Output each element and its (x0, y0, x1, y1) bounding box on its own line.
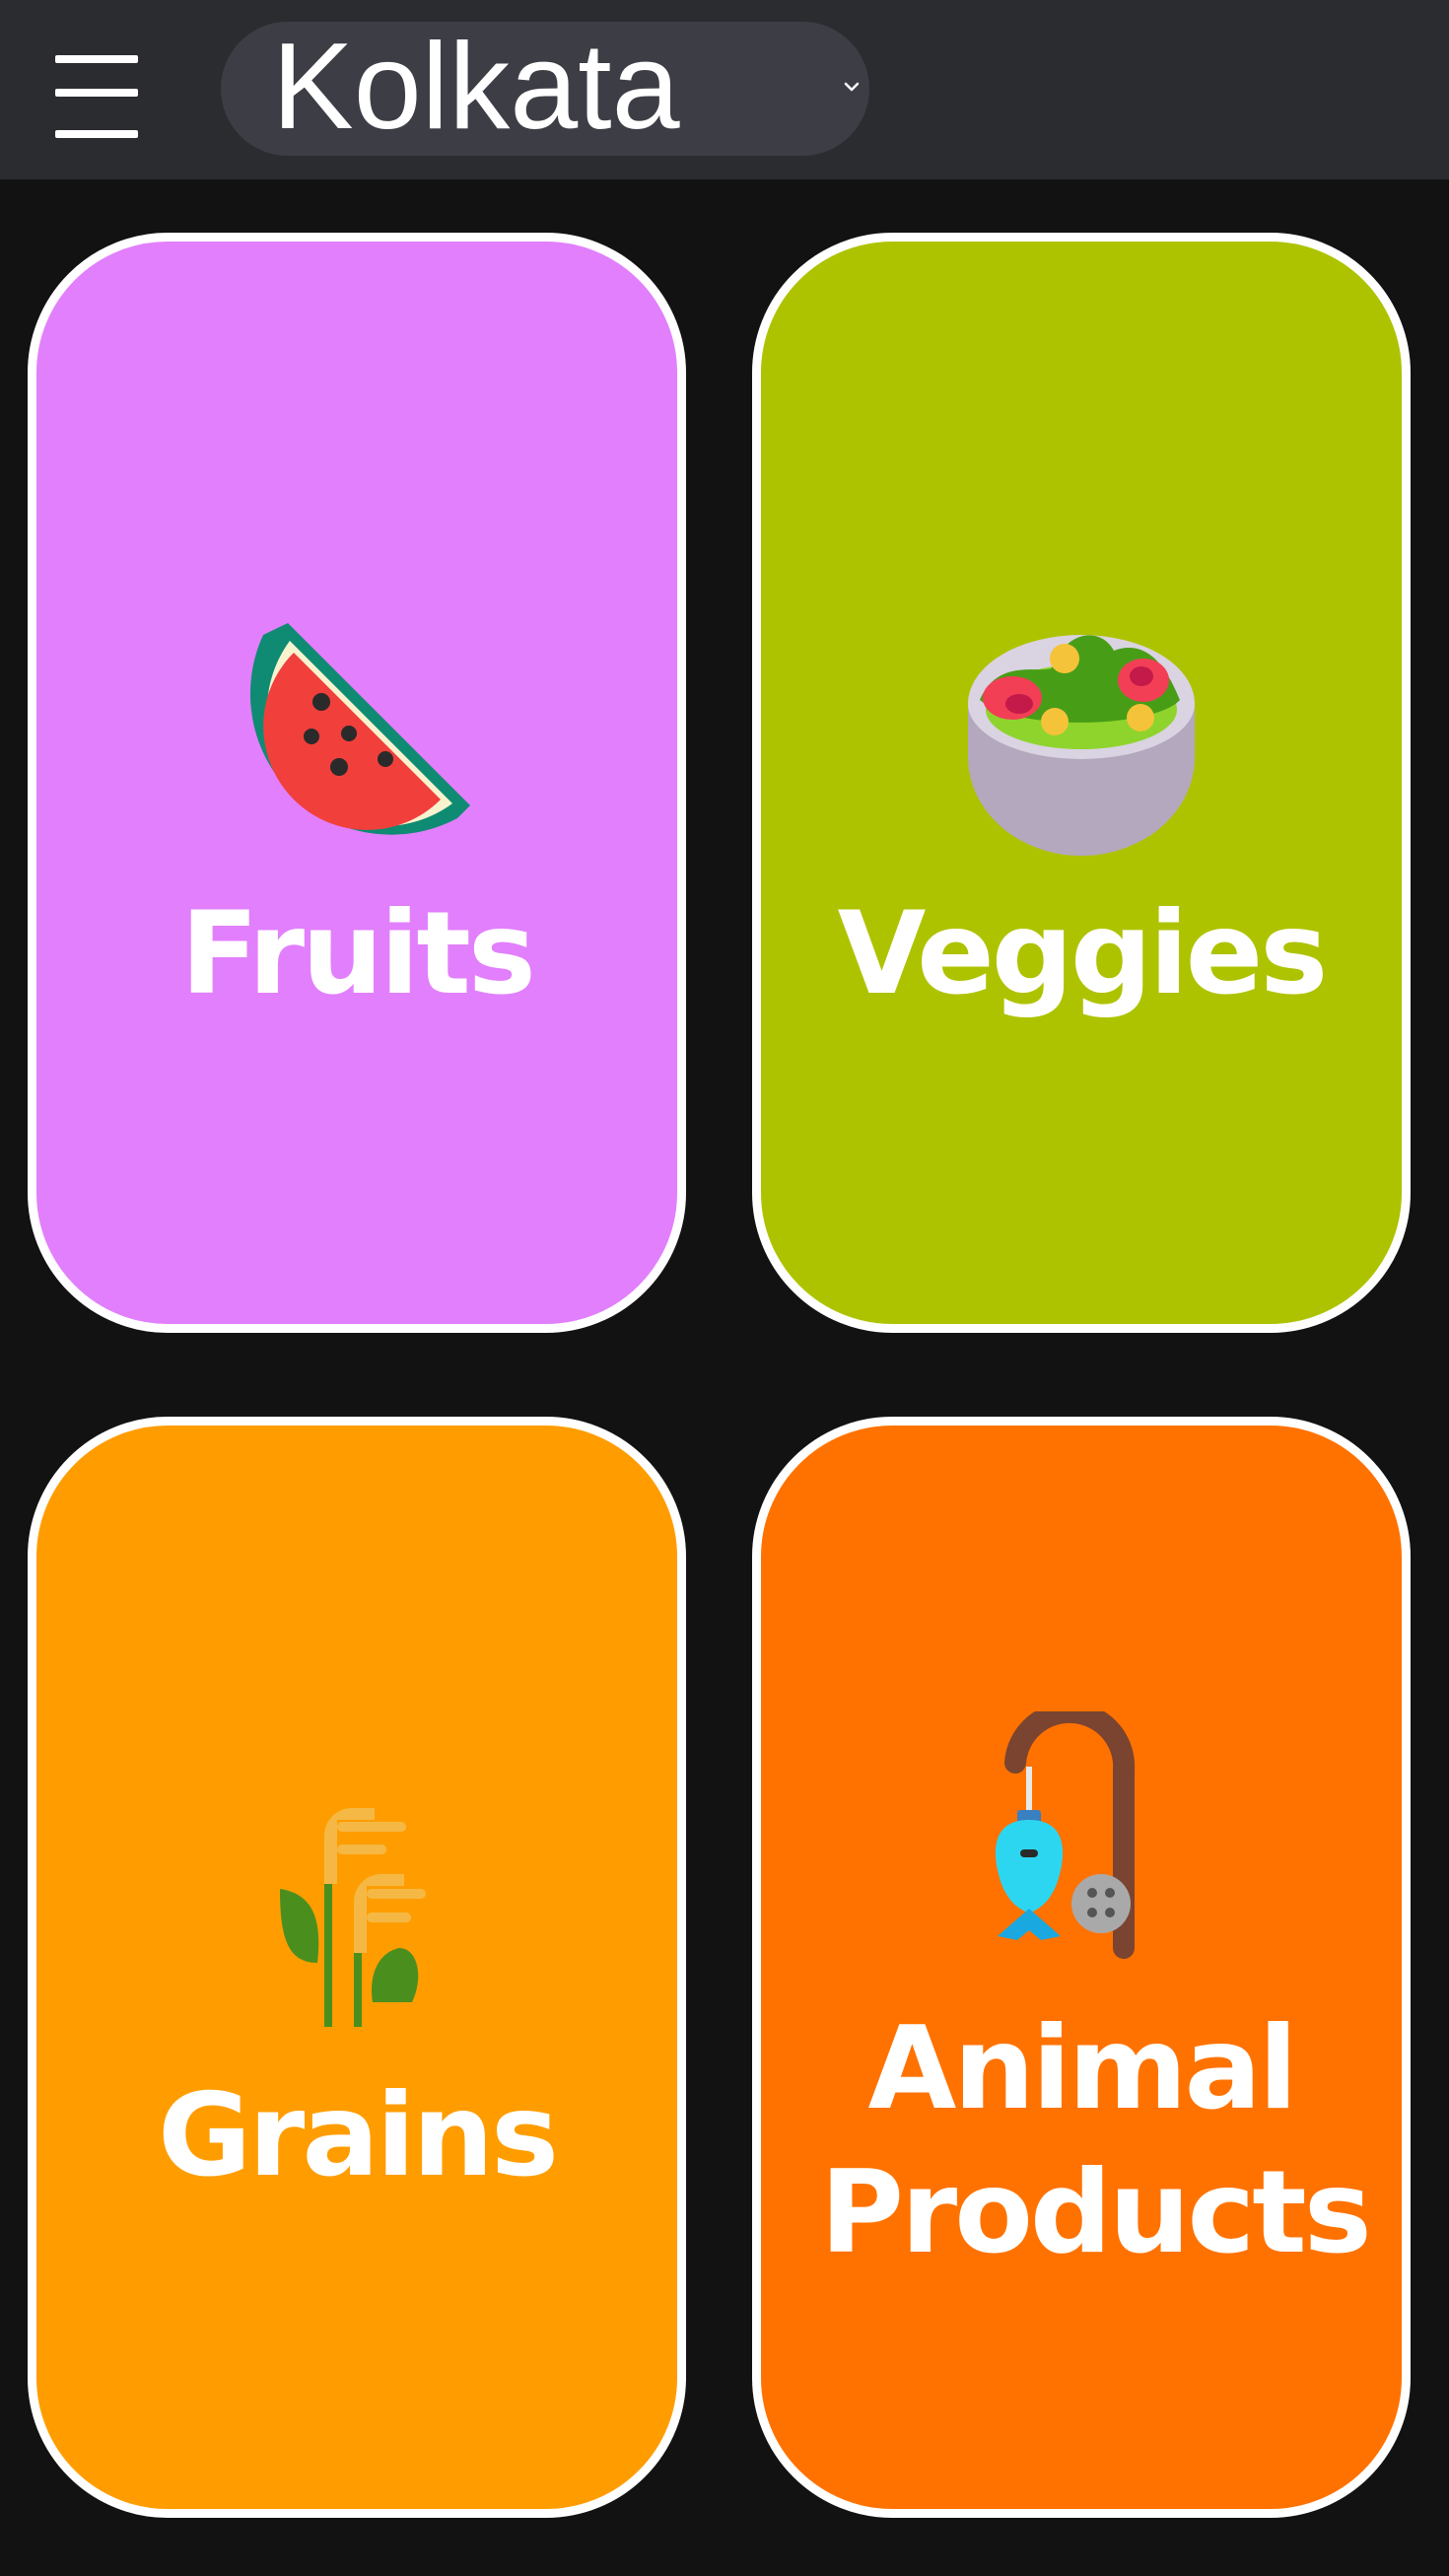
city-select[interactable]: Kolkata (221, 22, 869, 156)
fishing-rod-icon (995, 1711, 1136, 1959)
salad-bowl-icon (968, 635, 1195, 856)
chevron-down-icon (844, 82, 860, 92)
top-app-bar: Kolkata (0, 0, 1449, 179)
menu-line (55, 89, 138, 97)
category-card-veggies[interactable]: Veggies (752, 233, 1411, 1333)
wheat-icon (280, 1808, 426, 2027)
city-select-value: Kolkata (272, 19, 680, 155)
category-label: Animal Products (820, 2002, 1372, 2279)
category-card-fruits[interactable]: Fruits (28, 233, 686, 1333)
menu-line (55, 55, 138, 63)
category-card-animal-products[interactable]: Animal Products (752, 1417, 1411, 2518)
category-label: Veggies (837, 887, 1329, 1020)
category-label: Fruits (180, 887, 536, 1020)
category-card-grains[interactable]: Grains (28, 1417, 686, 2518)
hamburger-menu-icon[interactable] (51, 51, 140, 142)
menu-line (55, 130, 138, 138)
watermelon-icon (249, 623, 470, 835)
category-label: Grains (157, 2069, 559, 2202)
